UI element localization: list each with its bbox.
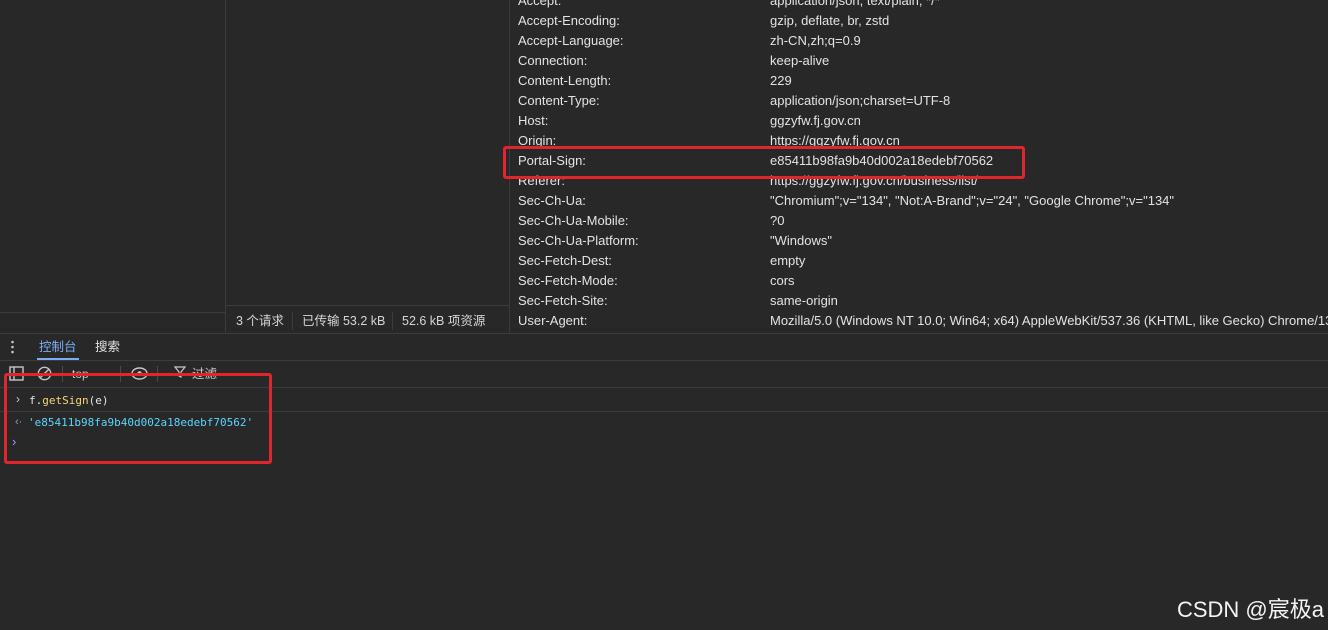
header-name: Sec-Ch-Ua-Mobile: (518, 213, 629, 228)
request-count: 3 个请求 (236, 314, 284, 328)
header-name: Sec-Ch-Ua: (518, 193, 586, 208)
header-name: Content-Type: (518, 93, 600, 108)
header-name: Connection: (518, 53, 588, 68)
header-name: Host: (518, 113, 549, 128)
header-name: Accept: (518, 0, 562, 8)
header-name: Content-Length: (518, 73, 612, 88)
header-name: User-Agent: (518, 313, 588, 328)
header-value: application/json, text/plain, */* (770, 0, 940, 8)
header-value: "Chromium";v="134", "Not:A-Brand";v="24"… (770, 193, 1175, 208)
drawer-tab-bar: 控制台 搜索 (0, 333, 1328, 360)
header-value: keep-alive (770, 53, 830, 68)
header-name: Sec-Ch-Ua-Platform: (518, 233, 639, 248)
header-value: Mozilla/5.0 (Windows NT 10.0; Win64; x64… (770, 313, 1328, 328)
tab-console[interactable]: 控制台 (37, 334, 79, 360)
console-highlight-box (4, 373, 272, 464)
watermark-text: CSDN @宸极a (1176, 597, 1324, 622)
header-name: Accept-Encoding: (518, 13, 620, 28)
header-name: Sec-Fetch-Site: (518, 293, 608, 308)
more-menu-icon[interactable] (11, 339, 14, 355)
header-value: ggzyfw.fj.gov.cn (770, 113, 861, 128)
header-value: same-origin (770, 293, 838, 308)
header-value: empty (770, 253, 806, 268)
left-pane-divider (0, 312, 225, 313)
header-value: "Windows" (770, 233, 832, 248)
filter-input[interactable]: 过滤 (166, 364, 1326, 384)
transferred-size: 已传输 53.2 kB (302, 314, 386, 328)
network-panel: 3 个请求 已传输 53.2 kB 52.6 kB 项资源 Accept: app… (0, 0, 1328, 332)
header-value: application/json;charset=UTF-8 (770, 93, 951, 108)
header-name: Sec-Fetch-Mode: (518, 273, 618, 288)
console-log[interactable]: › f.getSign(e) ‹· 'e85411b98fa9b40d002a1… (0, 373, 1328, 630)
portal-sign-highlight-box (503, 146, 1025, 179)
header-value: 229 (770, 73, 792, 88)
status-bar-divider (225, 305, 509, 306)
header-value: zh-CN,zh;q=0.9 (770, 33, 861, 48)
header-value: ?0 (770, 213, 785, 228)
header-name: Accept-Language: (518, 33, 624, 48)
header-value: cors (770, 273, 795, 288)
resources-size: 52.6 kB 项资源 (402, 314, 486, 328)
header-value: gzip, deflate, br, zstd (770, 13, 890, 28)
tab-search[interactable]: 搜索 (95, 334, 120, 360)
header-name: Sec-Fetch-Dest: (518, 253, 612, 268)
request-list-left-divider[interactable] (225, 0, 226, 332)
